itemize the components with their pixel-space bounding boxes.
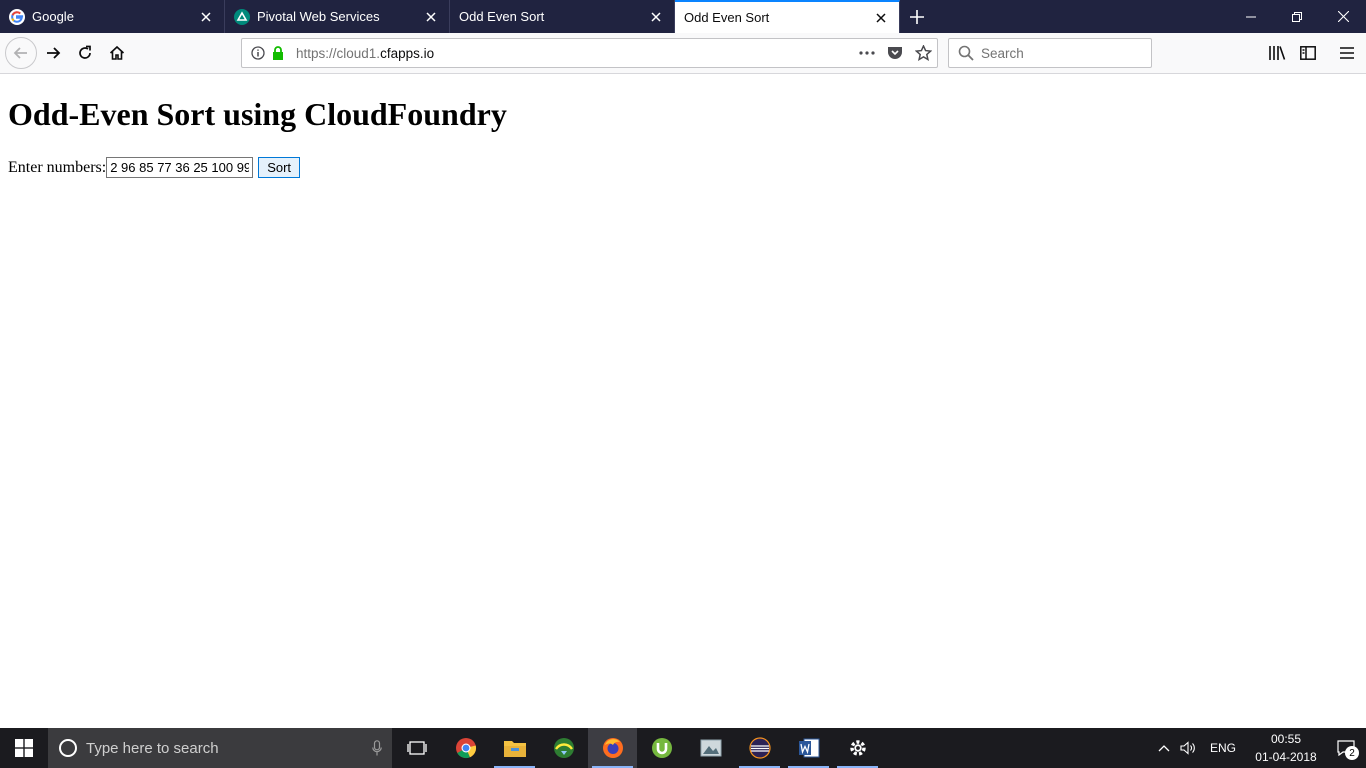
forward-button[interactable]: [38, 38, 68, 68]
download-manager-icon: [553, 738, 574, 758]
sidebar-button[interactable]: [1293, 38, 1323, 68]
taskbar-search[interactable]: Type here to search: [48, 728, 392, 768]
notification-count-badge: 2: [1345, 746, 1359, 760]
tab-label: Pivotal Web Services: [257, 9, 380, 24]
navigation-toolbar: https://cloud1.cfapps.io: [0, 33, 1366, 74]
close-window-button[interactable]: [1320, 0, 1366, 33]
reload-icon: [79, 45, 91, 59]
sort-button[interactable]: Sort: [258, 157, 301, 178]
file-explorer-app[interactable]: [490, 728, 539, 768]
tab-pivotal[interactable]: Pivotal Web Services: [225, 0, 450, 33]
menu-button[interactable]: [1332, 38, 1362, 68]
word-app[interactable]: [784, 728, 833, 768]
utorrent-app[interactable]: [637, 728, 686, 768]
taskbar-apps: [441, 728, 882, 768]
tab-label: Odd Even Sort: [684, 10, 770, 25]
firefox-app[interactable]: [588, 728, 637, 768]
plus-icon: [910, 9, 924, 24]
search-input[interactable]: [981, 45, 1141, 61]
chrome-app[interactable]: [441, 728, 490, 768]
tab-label: Odd Even Sort: [459, 9, 545, 24]
restore-button[interactable]: [1274, 0, 1320, 33]
download-manager-app[interactable]: [539, 728, 588, 768]
pocket-button[interactable]: [881, 39, 909, 67]
page-actions-button[interactable]: [853, 39, 881, 67]
back-arrow-icon: [13, 47, 27, 59]
clock-time: 00:55: [1270, 732, 1302, 746]
pocket-icon: [888, 47, 902, 59]
google-favicon-icon: [9, 8, 25, 25]
search-bar[interactable]: [948, 38, 1152, 68]
file-explorer-icon: [503, 741, 526, 757]
eclipse-app[interactable]: [735, 728, 784, 768]
new-tab-button[interactable]: [900, 0, 934, 33]
tab-label: Google: [32, 9, 74, 24]
library-icon: [1269, 46, 1286, 60]
utorrent-icon: [651, 738, 672, 758]
microphone-icon[interactable]: [362, 740, 392, 756]
home-button[interactable]: [102, 38, 132, 68]
lock-icon: [270, 45, 286, 61]
show-hidden-icons-icon[interactable]: [1152, 728, 1176, 768]
tab-google[interactable]: Google: [0, 0, 225, 33]
close-tab-icon[interactable]: [644, 5, 668, 29]
page-title: Odd-Even Sort using CloudFoundry: [8, 96, 507, 132]
clock-date: 01-04-2018: [1255, 750, 1317, 764]
minimize-icon: [1246, 16, 1256, 17]
tab-odd-even-sort[interactable]: Odd Even Sort: [450, 0, 675, 33]
close-tab-icon[interactable]: [869, 6, 893, 30]
action-center-button[interactable]: 2: [1326, 728, 1366, 768]
eclipse-icon: [748, 737, 771, 759]
chrome-icon: [455, 738, 476, 759]
reload-button[interactable]: [70, 38, 100, 68]
close-icon: [1337, 11, 1349, 22]
numbers-input[interactable]: [106, 157, 254, 178]
photos-app[interactable]: [686, 728, 735, 768]
bookmark-star-button[interactable]: [909, 39, 937, 67]
more-dots-icon: [859, 51, 875, 55]
star-icon: [914, 45, 932, 61]
firefox-icon: [602, 738, 623, 758]
restore-icon: [1292, 11, 1302, 22]
word-icon: [798, 738, 819, 758]
hamburger-menu-icon: [1340, 47, 1354, 59]
language-indicator[interactable]: ENG: [1200, 741, 1246, 755]
address-bar[interactable]: https://cloud1.cfapps.io: [241, 38, 938, 68]
url-domain: cfapps.io: [380, 45, 435, 61]
minimize-button[interactable]: [1228, 0, 1274, 33]
windows-logo-icon: [15, 739, 33, 757]
forward-arrow-icon: [47, 47, 61, 59]
home-icon: [109, 45, 125, 60]
cortana-icon: [58, 738, 78, 758]
sidebar-icon: [1300, 46, 1316, 60]
search-icon: [957, 44, 975, 62]
volume-icon[interactable]: [1176, 728, 1200, 768]
pivotal-favicon-icon: [234, 8, 250, 25]
photos-icon: [700, 739, 721, 757]
window-controls: [1228, 0, 1366, 33]
start-button[interactable]: [0, 728, 48, 768]
system-tray: ENG 00:55 01-04-2018 2: [1152, 728, 1366, 768]
close-tab-icon[interactable]: [194, 5, 218, 29]
page-content: Odd-Even Sort using CloudFoundry Enter n…: [0, 74, 1366, 728]
clock[interactable]: 00:55 01-04-2018: [1246, 730, 1326, 766]
sort-form: Enter numbers: Sort: [8, 157, 301, 178]
close-tab-icon[interactable]: [419, 5, 443, 29]
numbers-label: Enter numbers:: [8, 158, 107, 176]
url-text[interactable]: https://cloud1.cfapps.io: [296, 46, 853, 61]
tab-odd-even-sort-active[interactable]: Odd Even Sort: [675, 0, 900, 33]
info-icon[interactable]: [250, 45, 266, 61]
url-prefix: https://cloud1.: [296, 45, 381, 61]
back-button[interactable]: [5, 37, 37, 69]
settings-icon: [849, 740, 866, 756]
taskbar-search-placeholder: Type here to search: [86, 739, 219, 757]
task-view-button[interactable]: [392, 728, 441, 768]
tab-strip: Google Pivotal Web Services Odd Even Sor…: [0, 0, 1366, 33]
windows-taskbar: Type here to search ENG 00:55 01-04-2018…: [0, 728, 1366, 768]
settings-app[interactable]: [833, 728, 882, 768]
library-button[interactable]: [1262, 38, 1292, 68]
task-view-icon: [406, 741, 427, 755]
